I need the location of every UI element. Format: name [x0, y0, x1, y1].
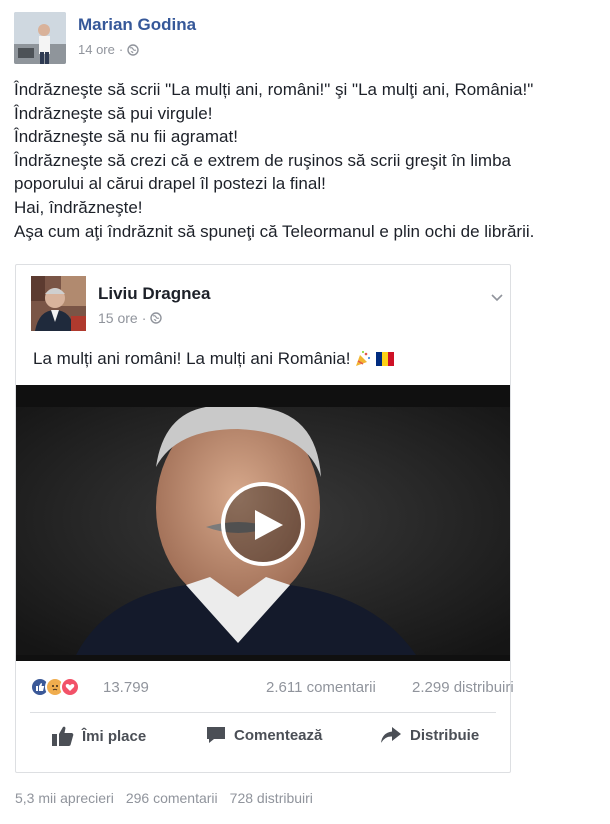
romania-flag-icon: [376, 352, 395, 366]
post-line: Aşa cum aţi îndrăznit să spuneţi că Tele…: [14, 221, 535, 241]
post-line: poporului al cărui drapel îl postezi la …: [14, 174, 326, 194]
author-avatar[interactable]: [14, 12, 66, 64]
shared-post-stats: 13.799 2.611 comentarii 2.299 distribuir…: [30, 677, 514, 701]
post-author-name[interactable]: Marian Godina: [78, 15, 196, 35]
love-reaction-icon: [60, 677, 80, 697]
shared-post-text: La mulți ani români! La mulți ani Români…: [33, 349, 351, 368]
reaction-count[interactable]: 13.799: [103, 679, 149, 696]
chevron-down-icon[interactable]: [489, 290, 505, 306]
shared-post-meta: 15 ore ·: [98, 310, 163, 326]
post-shares-count[interactable]: 728 distribuiri: [230, 790, 313, 806]
like-button[interactable]: Îmi place: [52, 726, 146, 746]
post-line: Îndrăzneşte să nu fii agramat!: [14, 127, 238, 147]
shares-count[interactable]: 2.299 distribuiri: [412, 679, 514, 696]
shared-post-text-row: La mulți ani români! La mulți ani Români…: [33, 349, 395, 369]
globe-icon[interactable]: [127, 43, 139, 56]
share-button[interactable]: Distribuie: [380, 726, 479, 744]
post-line: Hai, îndrăzneşte!: [14, 197, 143, 217]
shared-post-timestamp[interactable]: 15 ore: [98, 310, 138, 326]
action-bar: Îmi place Comentează Distribuie: [16, 724, 510, 756]
share-button-label: Distribuie: [410, 726, 480, 744]
play-icon: [255, 510, 283, 540]
shared-post-header: Liviu Dragnea 15 ore ·: [31, 276, 503, 332]
post-line: Îndrăzneşte să scrii "La mulți ani, româ…: [14, 80, 534, 99]
shared-author-avatar[interactable]: [31, 276, 86, 331]
post-comments-count[interactable]: 296 comentarii: [126, 790, 218, 806]
post-line: Îndrăzneşte să crezi că e extrem de ruşi…: [14, 150, 511, 170]
shared-author-name[interactable]: Liviu Dragnea: [98, 284, 210, 304]
post-likes-count[interactable]: 5,3 mii aprecieri: [15, 790, 114, 806]
play-button[interactable]: [221, 482, 305, 566]
globe-icon[interactable]: [150, 312, 163, 324]
post-meta: 14 ore ·: [78, 42, 139, 57]
post-body: Îndrăzneşte să scrii "La mulți ani, româ…: [14, 78, 604, 243]
post-timestamp[interactable]: 14 ore: [78, 42, 115, 57]
like-button-label: Îmi place: [82, 727, 147, 745]
post-header: Marian Godina 14 ore ·: [14, 12, 594, 68]
comment-button[interactable]: Comentează: [206, 726, 322, 744]
video-player[interactable]: [16, 385, 510, 661]
thumbs-up-icon: [52, 726, 74, 746]
post-footer-stats: 5,3 mii aprecieri 296 comentarii 728 dis…: [15, 790, 313, 806]
comments-count[interactable]: 2.611 comentarii: [266, 679, 376, 696]
divider: [30, 712, 496, 713]
shared-post-card[interactable]: Liviu Dragnea 15 ore · La mulți ani româ…: [15, 264, 514, 773]
post-line: Îndrăzneşte să pui virgule!: [14, 103, 213, 123]
speech-bubble-icon: [207, 727, 225, 743]
party-popper-icon: [356, 351, 371, 366]
share-arrow-icon: [381, 727, 401, 743]
comment-button-label: Comentează: [234, 726, 323, 744]
reactions-summary[interactable]: [30, 677, 80, 697]
